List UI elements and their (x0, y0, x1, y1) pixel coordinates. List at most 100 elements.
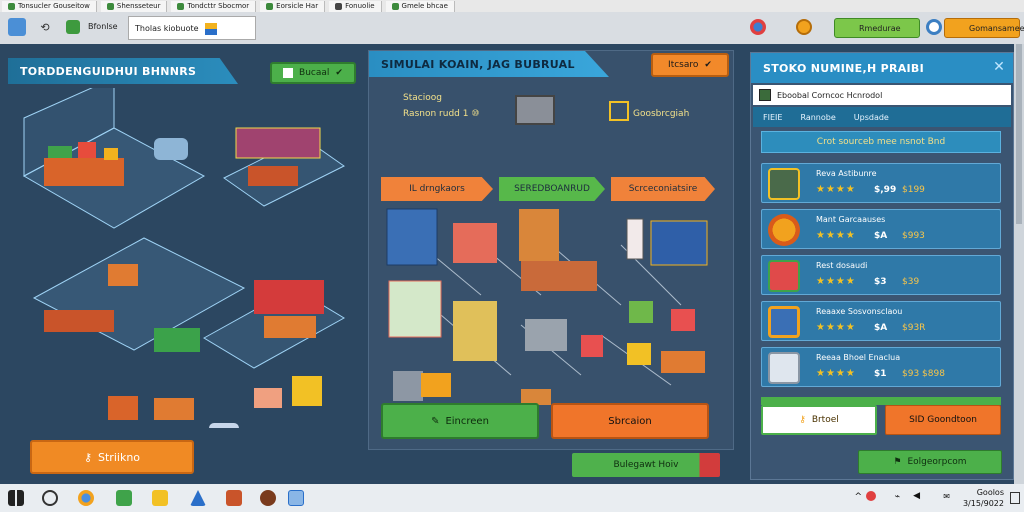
category-chip[interactable]: IL drngkaors (381, 177, 493, 201)
buy-button-label: Brtoel (811, 415, 839, 425)
coin-icon (768, 214, 800, 246)
folder-icon[interactable] (152, 490, 168, 506)
address-text: Tholas kiobuote (135, 23, 199, 33)
middle-footer-button[interactable]: Bulegawt Hoiv (572, 453, 720, 477)
list-item[interactable]: Mant Garcaauses ★★★★ $A $993 (761, 209, 1001, 249)
close-icon[interactable]: ✕ (991, 59, 1007, 75)
item-price: $A (874, 323, 888, 333)
middle-panel-top-button[interactable]: Itcsaro ✔ (651, 53, 729, 77)
item-cost: $39 (902, 277, 920, 287)
azure-icon[interactable] (190, 490, 206, 506)
pencil-icon: ✎ (431, 415, 440, 427)
browser-tab[interactable]: Tondcttr Sbocmor (171, 0, 257, 12)
item-rating: ★★★★ (816, 230, 856, 241)
stool-icon (627, 343, 651, 365)
vertical-scrollbar[interactable] (1014, 44, 1024, 484)
item-cost: $993 (902, 231, 925, 241)
item-name: Mant Garcaauses (816, 215, 886, 224)
search-bar[interactable]: Eboobal Corncoc Hcnrodol (753, 85, 1011, 105)
media-icon[interactable] (260, 490, 276, 506)
profile-button[interactable]: Gomansamee (944, 18, 1024, 38)
action-row (761, 397, 1001, 405)
category-chip[interactable]: SEREDBOANRUD (499, 177, 605, 201)
display-rack-icon (453, 223, 497, 263)
tab-favicon-icon (266, 2, 274, 10)
left-panel-button[interactable]: Bucaal ✔ (270, 62, 356, 84)
buy-button[interactable]: ⚷ Brtoel (761, 405, 877, 435)
language-icon[interactable]: ✉ (943, 492, 950, 501)
app-logo-icon[interactable] (8, 18, 26, 36)
active-app-icon[interactable] (288, 490, 304, 506)
tab-label: Shensseteur (116, 2, 161, 10)
start-button-label: Striikno (98, 450, 141, 464)
crate-icon (421, 373, 451, 397)
food-crate-icon (154, 398, 194, 420)
tray-alert-icon[interactable] (866, 491, 876, 501)
sell-button-label: SID Goondtoon (909, 415, 977, 425)
list-item[interactable]: Rest dosaudi ★★★★ $3 $39 (761, 255, 1001, 295)
address-bar[interactable]: Tholas kiobuote (128, 16, 256, 40)
shortcut-label[interactable]: Bfonlse (88, 22, 118, 31)
volume-icon[interactable]: ◀ (913, 491, 920, 501)
left-panel: TORDDENGUIDHUI BHNNRS Bucaal ✔ ⚷ Striikn… (4, 52, 360, 480)
currency-button[interactable]: Rmedurae (834, 18, 920, 38)
cash-register-icon (515, 95, 555, 125)
windows-start-icon[interactable] (8, 490, 24, 506)
tab-favicon-icon (335, 2, 343, 10)
chat-icon[interactable] (42, 490, 58, 506)
category-chip[interactable]: Scrceconiatsire (611, 177, 715, 201)
confirm-button[interactable]: ✎ Eincreen (381, 403, 539, 439)
browser-tab[interactable]: Fonuolie (329, 0, 382, 12)
list-item[interactable]: Reaaxe Sosvonsclaou ★★★★ $A $93R (761, 301, 1001, 341)
browser-icon[interactable] (78, 490, 94, 506)
secondary-button[interactable]: Sbrcaion (551, 403, 709, 439)
tab-random[interactable]: Rannobe (800, 113, 835, 122)
home-icon[interactable] (66, 20, 80, 34)
register-icon (768, 168, 800, 200)
right-footer-button-label: Eolgeorpcom (907, 457, 967, 467)
bookmark-icon[interactable] (205, 23, 217, 35)
car-icon (154, 138, 188, 160)
settings-gear-icon[interactable] (926, 19, 942, 35)
tab-label: Fonuolie (345, 2, 375, 10)
item-price: $3 (874, 277, 887, 287)
browser-tab[interactable]: Gmele bhcae (385, 0, 455, 12)
key-icon: ⚷ (799, 415, 806, 425)
system-clock[interactable]: Goolos 3/15/9022 (963, 487, 1004, 509)
browser-tab[interactable]: Shensseteur (100, 0, 168, 12)
game-icon[interactable] (226, 490, 242, 506)
middle-panel: SIMULAI KOAIN, JAG BUBRUAL Itcsaro ✔ Sta… (368, 50, 734, 450)
shelf-icon (453, 301, 497, 361)
item-rating: ★★★★ (816, 276, 856, 287)
tray-chevron-icon[interactable]: ^ (854, 492, 862, 502)
back-arrow-icon[interactable]: ⟲ (36, 18, 54, 36)
list-item[interactable]: Reva Astibunre ★★★★ $,99 $199 (761, 163, 1001, 203)
tab-upgrade[interactable]: Upsdade (854, 113, 889, 122)
start-button[interactable]: ⚷ Striikno (30, 440, 194, 474)
item-name: Rest dosaudi (816, 261, 868, 270)
tab-label: Gmele bhcae (401, 2, 448, 10)
tab-filter[interactable]: FIEIE (763, 113, 782, 122)
notification-icon[interactable] (1010, 492, 1020, 504)
flag-icon (283, 68, 294, 78)
store-icon[interactable] (116, 490, 132, 506)
product-box-icon (768, 260, 800, 292)
item-cost: $199 (902, 185, 925, 195)
right-footer-button[interactable]: ⚑ Eolgeorpcom (858, 450, 1002, 474)
sell-button[interactable]: SID Goondtoon (885, 405, 1001, 435)
shelf-icon (386, 208, 438, 266)
secondary-button-label: Sbrcaion (608, 415, 652, 427)
browser-tab[interactable]: Tonsucler Gouseitow (2, 0, 97, 12)
search-text: Eboobal Corncoc Hcnrodol (777, 90, 883, 100)
globe-icon[interactable] (750, 19, 766, 35)
cart-icon (581, 335, 603, 357)
tab-favicon-icon (106, 2, 114, 10)
browser-tab-bar: Tonsucler Gouseitow Shensseteur Tondcttr… (0, 0, 1024, 12)
scrollbar-thumb[interactable] (1016, 44, 1022, 224)
browser-tab[interactable]: Eorsicle Har (260, 0, 326, 12)
list-item[interactable]: Reeaa Bhoel Enaclua ★★★★ $1 $93 $898 (761, 347, 1001, 387)
item-name: Reeaa Bhoel Enaclua (816, 353, 901, 362)
network-icon[interactable]: ⌁ (895, 492, 900, 502)
item-name: Reva Astibunre (816, 169, 877, 178)
main-area: TORDDENGUIDHUI BHNNRS Bucaal ✔ ⚷ Striikn… (0, 44, 1024, 484)
